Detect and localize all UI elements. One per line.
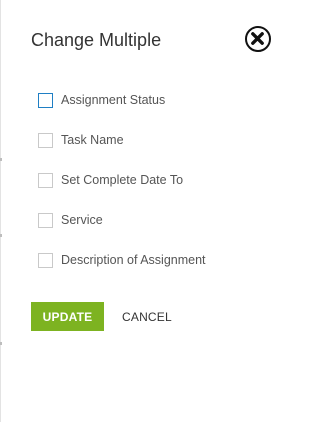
update-button[interactable]: UPDATE <box>31 302 104 331</box>
cancel-button[interactable]: CANCEL <box>122 310 172 324</box>
dialog-actions: UPDATE CANCEL <box>31 302 172 331</box>
change-multiple-panel: Change Multiple Assignment Status Task N… <box>0 0 300 422</box>
close-icon <box>251 32 264 45</box>
option-description-of-assignment[interactable]: Description of Assignment <box>38 253 206 293</box>
option-label: Set Complete Date To <box>61 173 184 187</box>
left-edge-mark <box>0 234 2 237</box>
assignment-status-checkbox[interactable] <box>38 93 53 108</box>
option-label: Assignment Status <box>61 93 166 107</box>
set-complete-date-checkbox[interactable] <box>38 173 53 188</box>
dialog-title: Change Multiple <box>31 30 162 50</box>
task-name-checkbox[interactable] <box>38 133 53 148</box>
panel-left-border <box>0 0 1 422</box>
left-edge-mark <box>0 342 2 345</box>
option-assignment-status[interactable]: Assignment Status <box>38 93 206 133</box>
service-checkbox[interactable] <box>38 213 53 228</box>
field-options-list: Assignment Status Task Name Set Complete… <box>38 93 206 293</box>
left-edge-mark <box>0 158 2 161</box>
option-task-name[interactable]: Task Name <box>38 133 206 173</box>
option-service[interactable]: Service <box>38 213 206 253</box>
close-button[interactable] <box>245 26 271 52</box>
option-set-complete-date[interactable]: Set Complete Date To <box>38 173 206 213</box>
option-label: Task Name <box>61 133 124 147</box>
option-label: Description of Assignment <box>61 253 206 267</box>
option-label: Service <box>61 213 103 227</box>
description-of-assignment-checkbox[interactable] <box>38 253 53 268</box>
dialog-header: Change Multiple <box>31 26 281 56</box>
